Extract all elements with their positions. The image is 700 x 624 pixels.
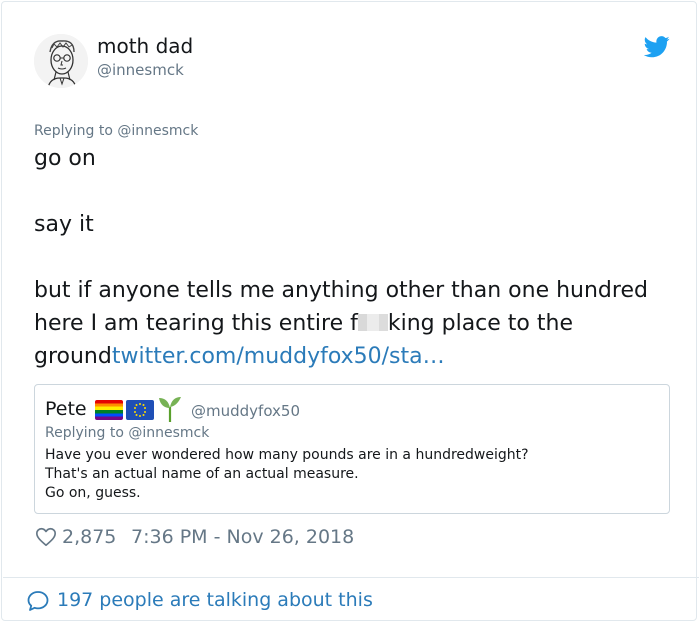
tweet-line: say it — [34, 212, 94, 237]
sketch-portrait-avatar-icon — [34, 34, 88, 88]
speech-bubble-icon[interactable] — [26, 589, 50, 613]
author-display-name[interactable]: moth dad — [97, 34, 193, 58]
rainbow-flag-icon — [95, 400, 123, 420]
heart-icon[interactable] — [35, 526, 57, 548]
seedling-icon — [159, 397, 181, 422]
tweet-link[interactable]: twitter.com/muddyfox50/sta… — [112, 344, 445, 369]
tweet-line: go on — [34, 146, 96, 171]
twitter-bird-icon[interactable] — [644, 36, 670, 58]
quoted-author-handle[interactable]: @muddyfox50 — [191, 402, 300, 420]
quoted-reply-context[interactable]: Replying to @innesmck — [45, 425, 209, 441]
quoted-tweet-body: Have you ever wondered how many pounds a… — [45, 446, 529, 503]
tweet-paragraph: but if anyone tells me anything other th… — [34, 274, 664, 373]
reply-context[interactable]: Replying to @innesmck — [34, 123, 198, 139]
embedded-tweet-card: moth dad @innesmck Replying to @innesmck… — [1, 1, 699, 621]
censor-blur — [357, 314, 388, 331]
like-count[interactable]: 2,875 — [62, 526, 116, 548]
quoted-author-name[interactable]: Pete — [45, 398, 87, 420]
quoted-tweet[interactable]: Pete @muddyfox50 Replying to @innesmck H… — [34, 384, 670, 514]
quoted-tweet-line: Go on, guess. — [45, 485, 141, 501]
author-avatar[interactable] — [34, 34, 88, 88]
quoted-tweet-line: That's an actual name of an actual measu… — [45, 466, 359, 482]
quoted-tweet-line: Have you ever wondered how many pounds a… — [45, 447, 529, 463]
tweet-text: go on say it but if anyone tells me anyt… — [34, 142, 664, 373]
conversation-link[interactable]: 197 people are talking about this — [57, 589, 373, 611]
tweet-timestamp[interactable]: 7:36 PM - Nov 26, 2018 — [131, 526, 354, 548]
footer-divider — [3, 577, 699, 578]
author-handle[interactable]: @innesmck — [97, 61, 184, 79]
eu-flag-icon — [126, 400, 154, 420]
